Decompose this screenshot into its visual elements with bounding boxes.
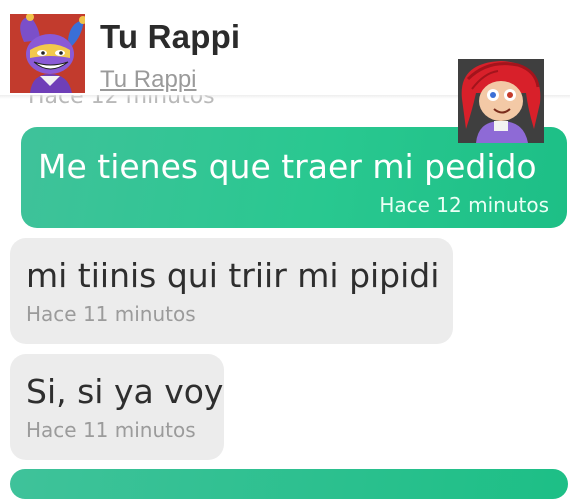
incoming-message[interactable]: mi tiinis qui triir mi pipidi Hace 11 mi… (10, 238, 453, 344)
incoming-message[interactable]: Si, si ya voy Hace 11 minutos (10, 354, 224, 460)
message-timestamp: Hace 12 minutos (379, 193, 549, 217)
contact-name: Tu Rappi (100, 18, 241, 55)
sticker-image (458, 59, 544, 143)
message-timestamp: Hace 11 minutos (26, 418, 196, 442)
message-timestamp: Hace 11 minutos (26, 302, 196, 326)
outgoing-message-partial[interactable] (10, 469, 568, 499)
message-text: Si, si ya voy (26, 372, 224, 411)
contact-avatar-icon[interactable] (10, 14, 85, 93)
contact-subtitle[interactable]: Tu Rappi (100, 66, 197, 94)
message-text: mi tiinis qui triir mi pipidi (26, 256, 440, 295)
message-text: Me tienes que traer mi pedido (38, 147, 537, 186)
